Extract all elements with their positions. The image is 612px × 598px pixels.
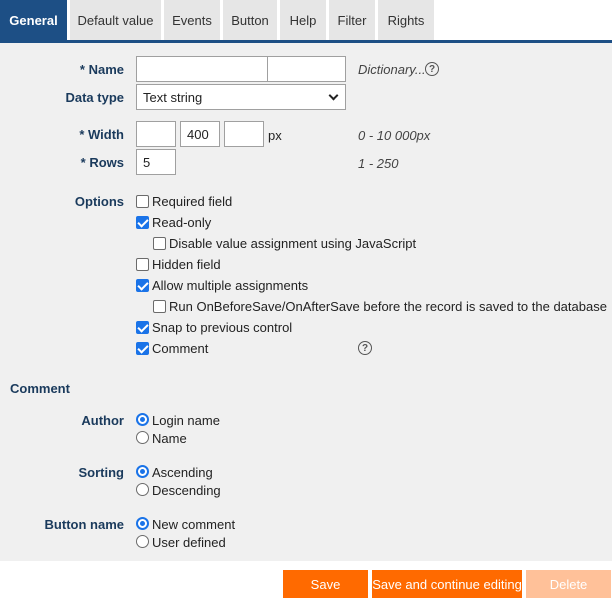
width-hint: 0 - 10 000px [358,128,431,143]
tab-general[interactable]: General [0,0,67,40]
chevron-down-icon [328,90,339,101]
width-min-input[interactable] [136,121,176,147]
data-type-label: Data type [65,90,124,105]
sorting-ascending-label: Ascending [152,465,213,480]
rows-label: * Rows [80,155,124,170]
sorting-label: Sorting [78,465,125,480]
dictionary-link[interactable]: Dictionary... [358,62,426,77]
disable-js-assignment-label: Disable value assignment using JavaScrip… [169,236,417,251]
save-and-continue-button[interactable]: Save and continue editing [372,570,522,598]
save-button[interactable]: Save [283,570,368,598]
button-name-user-defined-radio[interactable] [136,535,149,548]
run-onbeforesave-label: Run OnBeforeSave/OnAfterSave before the … [169,299,607,314]
tab-button[interactable]: Button [223,0,277,40]
comment-checkbox[interactable] [136,342,149,355]
help-icon[interactable]: ? [425,62,439,76]
author-login-name-radio[interactable] [136,413,149,426]
name-label: * Name [79,62,124,77]
width-input[interactable]: 400 [180,121,220,147]
snap-to-previous-label: Snap to previous control [152,320,293,335]
tab-bar: General Default value Events Button Help… [0,0,612,43]
delete-button[interactable]: Delete [526,570,611,598]
data-type-value: Text string [143,89,203,105]
comment-help-icon[interactable]: ? [358,341,372,355]
width-max-input[interactable] [224,121,264,147]
button-name-new-comment-radio[interactable] [136,517,149,530]
tab-events[interactable]: Events [164,0,220,40]
allow-multiple-assignments-label: Allow multiple assignments [152,278,309,293]
run-onbeforesave-checkbox[interactable] [153,300,166,313]
sorting-ascending-radio[interactable] [136,465,149,478]
width-label: * Width [79,127,124,142]
allow-multiple-assignments-checkbox[interactable] [136,279,149,292]
read-only-label: Read-only [152,215,212,230]
disable-js-assignment-checkbox[interactable] [153,237,166,250]
button-name-label: Button name [44,517,124,532]
comment-section-title: Comment [10,381,70,396]
width-unit: px [268,128,282,143]
button-name-new-comment-label: New comment [152,517,236,532]
author-name-radio[interactable] [136,431,149,444]
form-panel: * Name Dictionary... ? Data type Text st… [0,43,612,561]
rows-hint: 1 - 250 [358,156,399,171]
author-login-name-label: Login name [152,413,220,428]
read-only-checkbox[interactable] [136,216,149,229]
hidden-field-checkbox[interactable] [136,258,149,271]
author-label: Author [81,413,124,428]
hidden-field-label: Hidden field [152,257,221,272]
tab-rights[interactable]: Rights [378,0,434,40]
author-name-label: Name [152,431,187,446]
required-field-label: Required field [152,194,233,209]
tab-help[interactable]: Help [280,0,326,40]
sorting-descending-radio[interactable] [136,483,149,496]
sorting-descending-label: Descending [152,483,221,498]
rows-input[interactable]: 5 [136,149,176,175]
button-name-user-defined-label: User defined [152,535,226,550]
required-field-checkbox[interactable] [136,195,149,208]
name-input-primary[interactable] [136,56,268,82]
name-input-secondary[interactable] [267,56,346,82]
tab-default-value[interactable]: Default value [70,0,161,40]
snap-to-previous-checkbox[interactable] [136,321,149,334]
options-label: Options [74,194,124,209]
data-type-select[interactable]: Text string [136,84,346,110]
tab-filter[interactable]: Filter [329,0,375,40]
comment-label: Comment [152,341,209,356]
